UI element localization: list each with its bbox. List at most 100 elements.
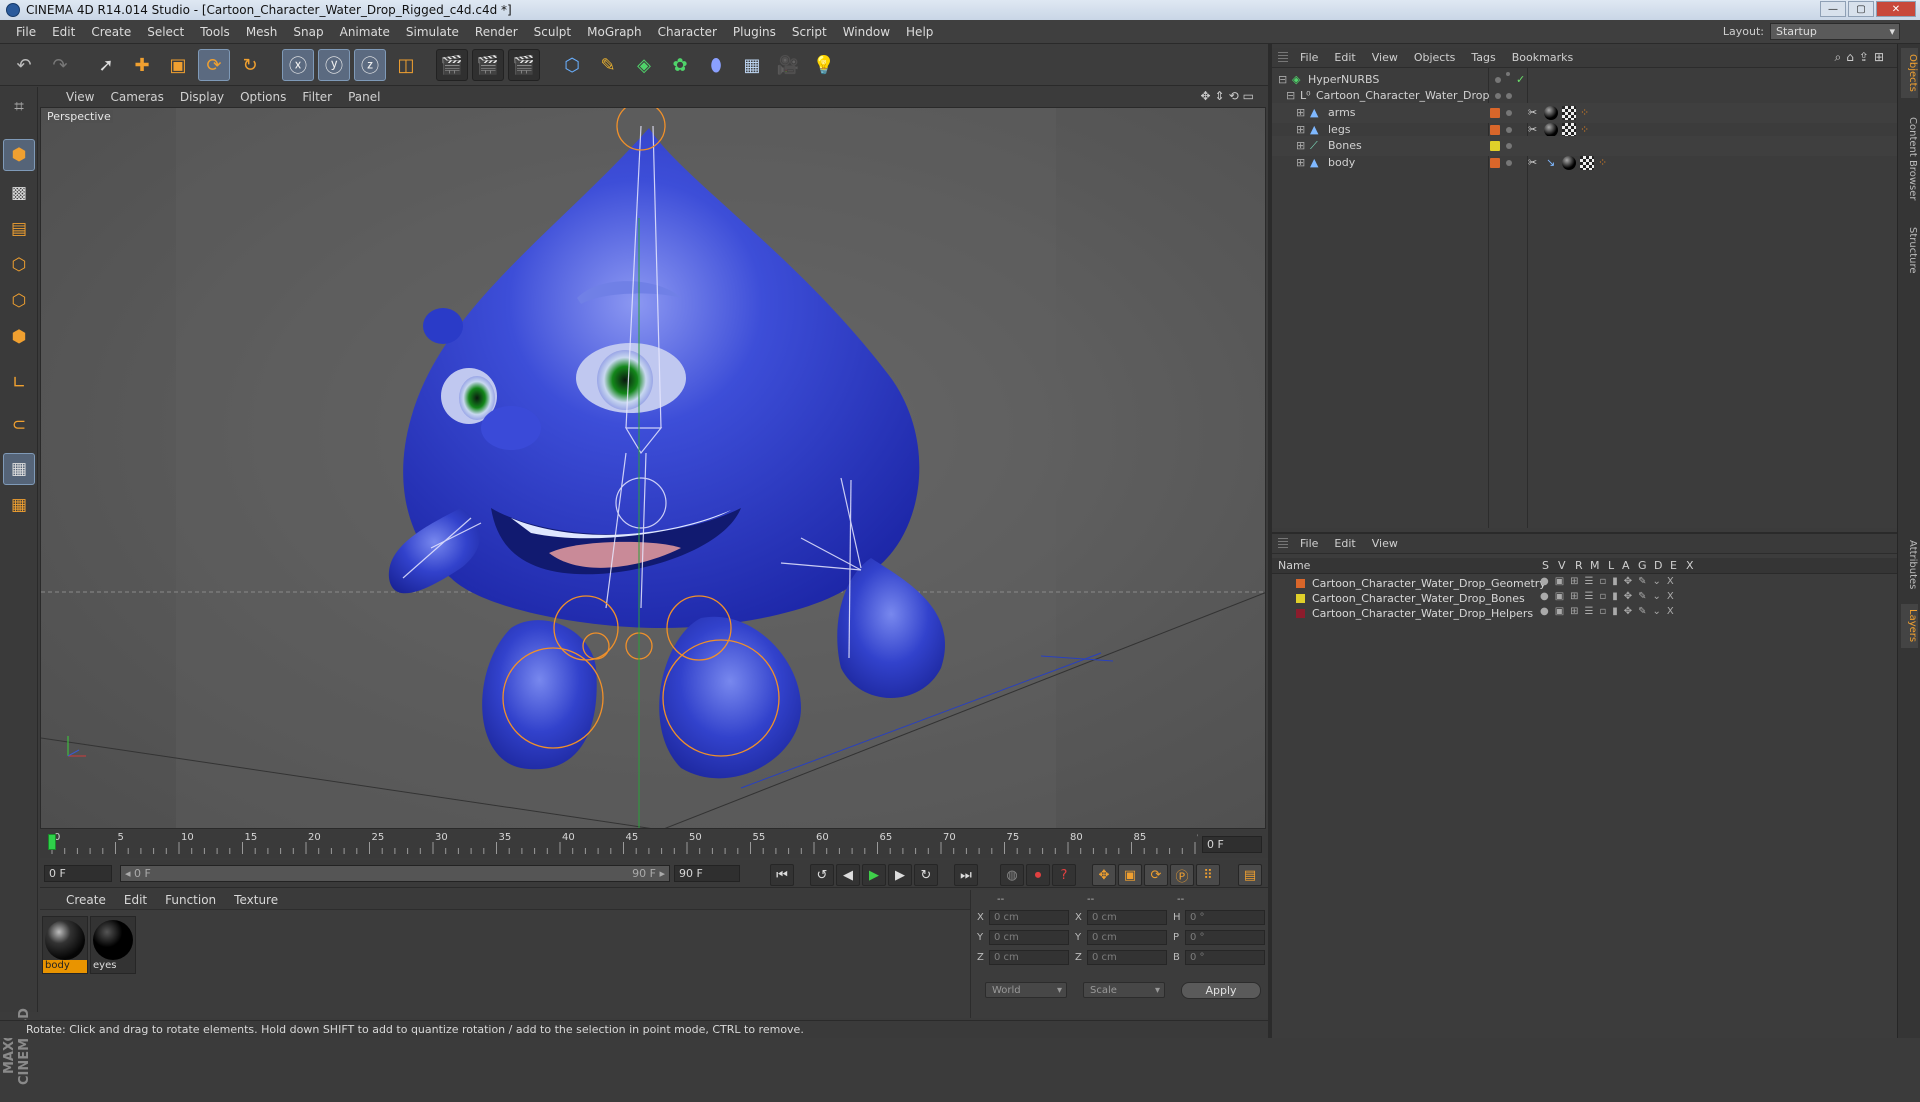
layer-col-xref[interactable]: X	[1686, 559, 1694, 572]
viewport-nav-icons[interactable]: ✥⇕⟲▭	[1200, 89, 1258, 103]
recent-tool-button[interactable]: ↻	[234, 49, 266, 81]
expand-icon[interactable]: ⊞	[1296, 106, 1305, 119]
size-mode-dropdown[interactable]: Scale ▾	[1083, 982, 1165, 998]
viewport-menu-cameras[interactable]: Cameras	[110, 90, 163, 104]
key-rotation-button[interactable]: ⟳	[1144, 864, 1168, 886]
layer-menu-file[interactable]: File	[1300, 537, 1318, 550]
end-frame-field[interactable]: 90 F	[674, 865, 740, 882]
layer-color-swatch[interactable]	[1296, 579, 1305, 588]
planar-workplane-button[interactable]: ▦	[3, 489, 35, 521]
material-tag-icon[interactable]	[1544, 106, 1558, 120]
layer-col-solo[interactable]: S	[1542, 559, 1549, 572]
editor-visibility-dot[interactable]	[1495, 77, 1501, 83]
collapse-icon[interactable]: ⊟	[1286, 89, 1295, 102]
material-menu-create[interactable]: Create	[66, 893, 106, 907]
size-z-field[interactable]: 0 cm	[1087, 950, 1167, 965]
menu-select[interactable]: Select	[139, 25, 192, 39]
object-menu-view[interactable]: View	[1372, 51, 1398, 64]
material-tag-icon[interactable]	[1544, 123, 1558, 137]
menu-file[interactable]: File	[8, 25, 44, 39]
add-nurbs-button[interactable]: ◈	[628, 49, 660, 81]
add-cube-button[interactable]: ⬡	[556, 49, 588, 81]
timeline-window-button[interactable]: ▤	[1238, 864, 1262, 886]
key-pla-button[interactable]: ⠿	[1196, 864, 1220, 886]
preview-range-slider[interactable]: ◂ 0 F 90 F ▸	[120, 865, 670, 882]
layer-col-animation[interactable]: A	[1622, 559, 1630, 572]
menu-help[interactable]: Help	[898, 25, 941, 39]
tab-content-browser[interactable]: Content Browser	[1901, 104, 1918, 214]
layer-col-generators[interactable]: G	[1638, 559, 1647, 572]
menu-create[interactable]: Create	[83, 25, 139, 39]
menu-script[interactable]: Script	[784, 25, 835, 39]
x-axis-lock-button[interactable]: ⓧ	[282, 49, 314, 81]
editor-visibility-dot[interactable]	[1495, 93, 1501, 99]
selection-tag-icon[interactable]: ⁘	[1598, 156, 1607, 169]
render-visibility-dot[interactable]	[1506, 72, 1510, 76]
layer-col-expressions[interactable]: E	[1670, 559, 1677, 572]
object-menu-tags[interactable]: Tags	[1471, 51, 1495, 64]
make-editable-button[interactable]: ⌗	[3, 91, 35, 123]
live-select-button[interactable]: ➚	[90, 49, 122, 81]
start-frame-field[interactable]: 0 F	[44, 865, 112, 882]
layer-flag-icons[interactable]: ●▣⊞☰▫▮✥✎⌄X	[1540, 591, 1680, 602]
texture-tag-icon[interactable]	[1562, 106, 1576, 120]
layer-color-swatch[interactable]	[1490, 158, 1500, 168]
key-scale-button[interactable]: ▣	[1118, 864, 1142, 886]
goto-end-button[interactable]: ⏭	[954, 864, 978, 886]
texture-tag-icon[interactable]	[1562, 123, 1576, 137]
record-keys-button[interactable]: ◍	[1000, 864, 1024, 886]
layer-row-helpers[interactable]: Cartoon_Character_Water_Drop_Helpers ●▣⊞…	[1272, 606, 1897, 621]
panel-grip-icon[interactable]	[1278, 52, 1288, 64]
object-manager-nav-icons[interactable]: ⌕⌂⇪⊞	[1835, 50, 1889, 65]
layer-col-render[interactable]: R	[1575, 559, 1583, 572]
play-button[interactable]: ▶	[862, 864, 886, 886]
pose-morph-tag-icon[interactable]: ↘	[1546, 156, 1555, 169]
timeline-ruler[interactable]: 051015202530354045505560657075808590 0 F	[40, 830, 1268, 858]
position-x-field[interactable]: 0 cm	[989, 910, 1069, 925]
collapse-icon[interactable]: ⊟	[1278, 73, 1287, 86]
layer-flag-icons[interactable]: ●▣⊞☰▫▮✥✎⌄X	[1540, 576, 1680, 587]
coordinate-system-button[interactable]: ◫	[390, 49, 422, 81]
menu-mesh[interactable]: Mesh	[238, 25, 286, 39]
z-axis-lock-button[interactable]: ⓩ	[354, 49, 386, 81]
layout-dropdown[interactable]: Startup ▾	[1770, 23, 1900, 40]
layer-color-swatch[interactable]	[1296, 594, 1305, 603]
position-y-field[interactable]: 0 cm	[989, 930, 1069, 945]
layer-menu-edit[interactable]: Edit	[1334, 537, 1355, 550]
layer-color-swatch[interactable]	[1490, 125, 1500, 135]
next-frame-button[interactable]: ▶	[888, 864, 912, 886]
apply-button[interactable]: Apply	[1181, 982, 1261, 999]
render-visibility-dot[interactable]	[1506, 160, 1512, 166]
render-visibility-dot[interactable]	[1506, 93, 1512, 99]
menu-mograph[interactable]: MoGraph	[579, 25, 650, 39]
edges-mode-button[interactable]: ⬡	[3, 285, 35, 317]
layer-col-deformers[interactable]: D	[1654, 559, 1662, 572]
points-mode-button[interactable]: ⬡	[3, 249, 35, 281]
object-row-body[interactable]: ⊞ ▲ body ✂ ↘ ⁘	[1272, 153, 1897, 173]
move-tool-button[interactable]: ✚	[126, 49, 158, 81]
menu-snap[interactable]: Snap	[285, 25, 331, 39]
enabled-check-icon[interactable]: ✓	[1516, 73, 1525, 86]
3d-viewport[interactable]: Perspective	[40, 107, 1266, 829]
menu-render[interactable]: Render	[467, 25, 526, 39]
current-frame-field[interactable]: 0 F	[1202, 836, 1262, 853]
redo-button[interactable]: ↷	[44, 49, 76, 81]
snap-button[interactable]: ⊂	[3, 409, 35, 441]
menu-window[interactable]: Window	[835, 25, 898, 39]
add-camera-button[interactable]: 🎥	[772, 49, 804, 81]
rotation-h-field[interactable]: 0 °	[1185, 910, 1265, 925]
maximize-button[interactable]: ▢	[1848, 1, 1874, 17]
selection-tag-icon[interactable]: ⁘	[1580, 123, 1589, 136]
coordinate-space-dropdown[interactable]: World ▾	[985, 982, 1067, 998]
weight-tag-icon[interactable]: ✂	[1528, 156, 1537, 169]
layer-flag-icons[interactable]: ●▣⊞☰▫▮✥✎⌄X	[1540, 606, 1680, 617]
expand-icon[interactable]: ⊞	[1296, 139, 1305, 152]
autokey-button[interactable]: ⏺	[1026, 864, 1050, 886]
layer-row-geometry[interactable]: Cartoon_Character_Water_Drop_Geometry ●▣…	[1272, 576, 1897, 591]
selection-tag-icon[interactable]: ⁘	[1580, 106, 1589, 119]
object-menu-edit[interactable]: Edit	[1334, 51, 1355, 64]
texture-mode-button[interactable]: ▩	[3, 177, 35, 209]
render-settings-button[interactable]: 🎬	[508, 49, 540, 81]
layer-menu-view[interactable]: View	[1372, 537, 1398, 550]
panel-grip-icon[interactable]	[1278, 538, 1288, 550]
